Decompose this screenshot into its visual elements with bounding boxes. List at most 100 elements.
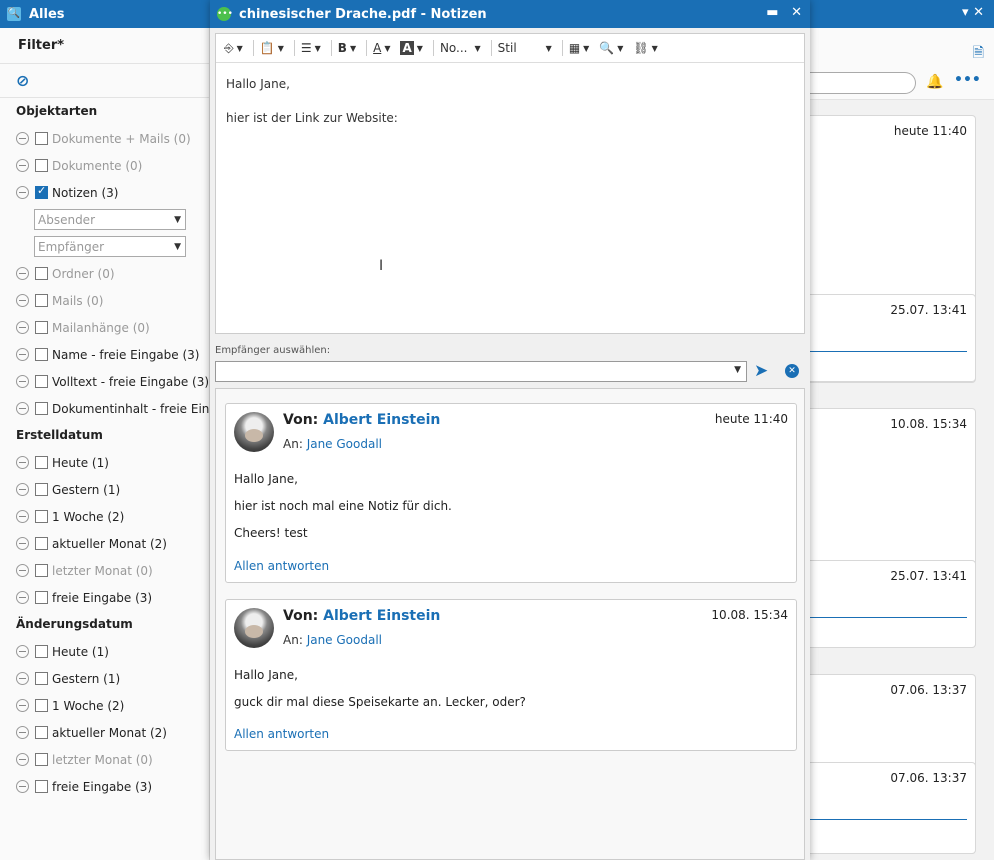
filter-checkbox[interactable] — [35, 537, 48, 550]
more-options-icon[interactable]: ••• — [954, 72, 981, 88]
filter-checkbox[interactable] — [35, 402, 48, 415]
filter-option[interactable]: freie Eingabe (3) — [0, 584, 209, 611]
reply-all-link[interactable]: Allen antworten — [234, 727, 329, 741]
filter-option[interactable]: letzter Monat (0) — [0, 746, 209, 773]
filter-option[interactable]: letzter Monat (0) — [0, 557, 209, 584]
filter-checkbox[interactable] — [35, 591, 48, 604]
from-name[interactable]: Albert Einstein — [323, 412, 440, 428]
absender-select[interactable]: Absender ▼ — [34, 209, 186, 230]
filter-option[interactable]: Dokumente + Mails (0) — [0, 125, 209, 152]
link-icon[interactable]: ⛓ ▼ — [633, 41, 657, 55]
filter-checkbox[interactable] — [35, 321, 48, 334]
filter-checkbox[interactable] — [35, 132, 48, 145]
list-icon[interactable]: ☰ ▼ — [301, 41, 321, 55]
search-icon[interactable]: 🔍 ▼ — [599, 41, 623, 55]
exclude-icon[interactable] — [16, 726, 29, 739]
exclude-icon[interactable] — [16, 186, 29, 199]
empfaenger-select[interactable]: Empfänger ▼ — [34, 236, 186, 257]
filter-option[interactable]: Ordner (0) — [0, 260, 209, 287]
style-select[interactable]: Stil ▼ — [498, 41, 552, 55]
close-button[interactable]: ✕ — [791, 5, 802, 20]
bold-icon[interactable]: B ▼ — [338, 41, 356, 55]
source-icon[interactable]: ⎆ ▼ — [224, 41, 243, 56]
filter-option[interactable]: Notizen (3) — [0, 179, 209, 206]
filter-option[interactable]: Name - freie Eingabe (3) — [0, 341, 209, 368]
recipient-select[interactable]: ▼ — [215, 361, 747, 382]
main-window-controls[interactable]: ▾ ✕ — [962, 5, 984, 20]
exclude-icon[interactable] — [16, 267, 29, 280]
clear-filter-button[interactable]: ⊘ — [0, 64, 209, 98]
cancel-button[interactable]: ✕ — [785, 364, 799, 378]
filter-checkbox[interactable] — [35, 267, 48, 280]
filter-checkbox[interactable] — [35, 348, 48, 361]
format-select[interactable]: No... ▼ — [440, 41, 481, 55]
to-name[interactable]: Jane Goodall — [307, 437, 382, 451]
filter-option[interactable]: Heute (1) — [0, 638, 209, 665]
send-button[interactable]: ➤ — [754, 361, 768, 381]
exclude-icon[interactable] — [16, 564, 29, 577]
filter-checkbox[interactable] — [35, 672, 48, 685]
main-window-title: Alles — [29, 6, 65, 22]
filter-checkbox[interactable] — [35, 564, 48, 577]
search-input[interactable] — [810, 72, 916, 94]
filter-checkbox[interactable] — [35, 510, 48, 523]
exclude-icon[interactable] — [16, 753, 29, 766]
filter-option[interactable]: 1 Woche (2) — [0, 692, 209, 719]
filter-checkbox[interactable] — [35, 780, 48, 793]
filter-option[interactable]: Dokumentinhalt - freie Eingabe — [0, 395, 239, 422]
exclude-icon[interactable] — [16, 780, 29, 793]
result-card[interactable]: 25.07. 13:41 — [810, 294, 976, 382]
minimize-button[interactable]: ▬ — [766, 5, 778, 20]
paste-icon[interactable]: 📋 ▼ — [260, 41, 284, 55]
exclude-icon[interactable] — [16, 321, 29, 334]
text-color-icon[interactable]: A ▼ — [373, 41, 390, 55]
result-card[interactable]: 25.07. 13:41 — [810, 560, 976, 648]
exclude-icon[interactable] — [16, 456, 29, 469]
exclude-icon[interactable] — [16, 348, 29, 361]
filter-option[interactable]: Gestern (1) — [0, 476, 209, 503]
filter-checkbox[interactable] — [35, 483, 48, 496]
filter-option[interactable]: 1 Woche (2) — [0, 503, 209, 530]
bell-icon[interactable]: 🔔 — [926, 74, 943, 90]
filter-option[interactable]: freie Eingabe (3) — [0, 773, 209, 800]
filter-option[interactable]: Heute (1) — [0, 449, 209, 476]
filter-checkbox[interactable] — [35, 699, 48, 712]
document-icon[interactable]: 🗎 — [973, 42, 984, 66]
reply-all-link[interactable]: Allen antworten — [234, 559, 329, 573]
note-editor[interactable]: ⎆ ▼ 📋 ▼ ☰ ▼ B ▼ A ▼ A ▼ No... ▼ Stil ▼ ▦ ▼ 🔍 ▼ ⛓ ▼ … — [215, 33, 805, 334]
to-name[interactable]: Jane Goodall — [307, 633, 382, 647]
filter-checkbox[interactable] — [35, 184, 48, 199]
filter-option[interactable]: aktueller Monat (2) — [0, 530, 209, 557]
filter-checkbox[interactable] — [35, 645, 48, 658]
editor-content[interactable]: Hallo Jane, hier ist der Link zur Websit… — [216, 63, 804, 158]
filter-option[interactable]: Mailanhänge (0) — [0, 314, 209, 341]
exclude-icon[interactable] — [16, 159, 29, 172]
exclude-icon[interactable] — [16, 402, 29, 415]
exclude-icon[interactable] — [16, 294, 29, 307]
filter-option[interactable]: Dokumente (0) — [0, 152, 209, 179]
filter-checkbox[interactable] — [35, 375, 48, 388]
exclude-icon[interactable] — [16, 510, 29, 523]
filter-option[interactable]: Mails (0) — [0, 287, 209, 314]
exclude-icon[interactable] — [16, 132, 29, 145]
filter-option[interactable]: aktueller Monat (2) — [0, 719, 209, 746]
exclude-icon[interactable] — [16, 483, 29, 496]
filter-option[interactable]: Volltext - freie Eingabe (3) — [0, 368, 209, 395]
from-name[interactable]: Albert Einstein — [323, 608, 440, 624]
exclude-icon[interactable] — [16, 375, 29, 388]
filter-checkbox[interactable] — [35, 159, 48, 172]
background-color-icon[interactable]: A ▼ — [400, 41, 423, 55]
exclude-icon[interactable] — [16, 591, 29, 604]
filter-option[interactable]: Gestern (1) — [0, 665, 209, 692]
filter-checkbox[interactable] — [35, 726, 48, 739]
filter-checkbox[interactable] — [35, 753, 48, 766]
table-icon[interactable]: ▦ ▼ — [569, 41, 590, 55]
exclude-icon[interactable] — [16, 645, 29, 658]
filter-checkbox[interactable] — [35, 456, 48, 469]
filter-checkbox[interactable] — [35, 294, 48, 307]
exclude-icon[interactable] — [16, 537, 29, 550]
exclude-icon[interactable] — [16, 672, 29, 685]
result-card[interactable]: 07.06. 13:37 — [810, 762, 976, 854]
exclude-icon[interactable] — [16, 699, 29, 712]
filter-option-label: Name - freie Eingabe (3) — [52, 347, 200, 362]
